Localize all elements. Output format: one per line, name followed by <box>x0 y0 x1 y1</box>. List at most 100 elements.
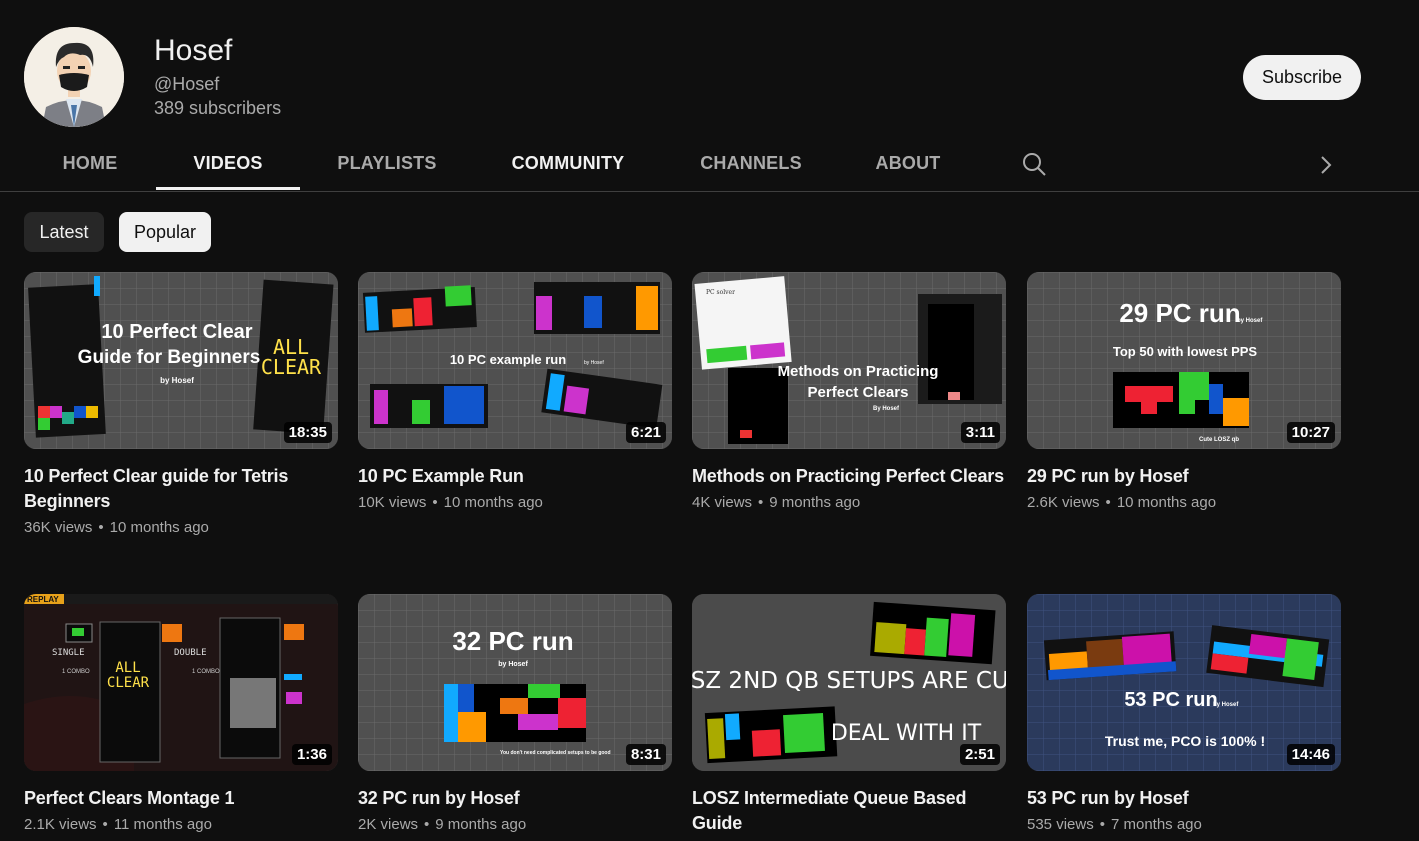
tab-home[interactable]: HOME <box>44 140 136 187</box>
thumb-text: REPLAY <box>27 595 59 604</box>
video-title[interactable]: 53 PC run by Hosef <box>1027 786 1341 811</box>
video-thumbnail[interactable]: 10 PC example run by Hosef 6:21 <box>358 272 672 449</box>
chevron-right-icon[interactable] <box>1312 149 1340 181</box>
upload-age: 9 months ago <box>435 816 527 833</box>
video-duration: 10:27 <box>1286 422 1335 443</box>
video-thumbnail[interactable]: PC solver Methods on Practicing Perfect … <box>692 272 1006 449</box>
channel-avatar[interactable] <box>24 27 124 127</box>
video-title[interactable]: Perfect Clears Montage 1 <box>24 786 338 811</box>
video-duration: 14:46 <box>1286 744 1335 765</box>
video-meta: 10K views • 10 months ago <box>358 494 672 511</box>
thumb-text: by Hosef <box>160 376 194 385</box>
view-count: 36K views <box>24 519 93 536</box>
video-title[interactable]: Methods on Practicing Perfect Clears <box>692 464 1006 489</box>
thumb-text: Trust me, PCO is 100% ! <box>1105 733 1265 749</box>
video-thumbnail[interactable]: REPLAY SINGLE DOUBLE ALL CLEAR 1 COMBO 1… <box>24 594 338 771</box>
view-count: 535 views <box>1027 816 1094 833</box>
thumb-text: DOUBLE <box>174 648 207 658</box>
thumb-text: 32 PC run <box>452 626 573 656</box>
thumb-text: Guide for Beginners <box>78 347 261 368</box>
thumb-text: by Hosef <box>1213 702 1239 708</box>
video-duration: 6:21 <box>625 422 666 443</box>
video-title[interactable]: 29 PC run by Hosef <box>1027 464 1341 489</box>
view-count: 2.6K views <box>1027 494 1100 511</box>
subscribe-button[interactable]: Subscribe <box>1243 55 1361 100</box>
video-card[interactable]: 10 Perfect Clear Guide for Beginners by … <box>24 272 338 536</box>
separator-dot: • <box>98 519 104 536</box>
video-card[interactable]: LOSZ 2ND QB SETUPS ARE CUTE DEAL WITH IT… <box>692 594 1006 841</box>
upload-age: 10 months ago <box>443 494 543 511</box>
view-count: 4K views <box>692 494 753 511</box>
thumb-text: by Hosef <box>498 661 528 668</box>
thumb-text: CLEAR <box>107 675 150 691</box>
subscriber-count: 389 subscribers <box>154 98 282 118</box>
video-card[interactable]: REPLAY SINGLE DOUBLE ALL CLEAR 1 COMBO 1… <box>24 594 338 833</box>
video-card[interactable]: 29 PC run by Hosef Top 50 with lowest PP… <box>1027 272 1341 511</box>
video-duration: 18:35 <box>283 422 332 443</box>
tab-about[interactable]: ABOUT <box>859 140 957 187</box>
view-count: 2.1K views <box>24 816 97 833</box>
search-icon[interactable] <box>1018 149 1050 181</box>
thumb-text: By Hosef <box>873 406 900 412</box>
view-count: 10K views <box>358 494 427 511</box>
upload-age: 10 months ago <box>1116 494 1217 511</box>
video-thumbnail[interactable]: 32 PC run by Hosef You don't need compli… <box>358 594 672 771</box>
video-meta: 535 views • 7 months ago <box>1027 816 1341 833</box>
thumb-text: PC solver <box>706 289 735 296</box>
video-meta: 2.6K views • 10 months ago <box>1027 494 1341 511</box>
upload-age: 7 months ago <box>1110 816 1202 833</box>
thumb-text: 10 Perfect Clear <box>101 321 252 343</box>
video-card[interactable]: PC solver Methods on Practicing Perfect … <box>692 272 1006 511</box>
video-card[interactable]: 32 PC run by Hosef You don't need compli… <box>358 594 672 833</box>
video-meta: 4K views • 9 months ago <box>692 494 1006 511</box>
thumb-text: Methods on Practicing <box>778 363 939 380</box>
video-thumbnail[interactable]: 10 Perfect Clear Guide for Beginners by … <box>24 272 338 449</box>
video-title[interactable]: LOSZ Intermediate Queue Based Guide <box>692 786 1006 836</box>
chip-latest[interactable]: Latest <box>24 212 104 252</box>
video-thumbnail[interactable]: 53 PC run by Hosef Trust me, PCO is 100%… <box>1027 594 1341 771</box>
thumb-text: CLEAR <box>261 355 322 379</box>
thumb-text: 29 PC run <box>1119 298 1240 328</box>
upload-age: 10 months ago <box>109 519 209 536</box>
video-thumbnail[interactable]: 29 PC run by Hosef Top 50 with lowest PP… <box>1027 272 1341 449</box>
thumb-text: SINGLE <box>52 648 85 658</box>
thumb-text: 1 COMBO <box>192 669 220 675</box>
channel-handle: @Hosef <box>154 74 220 94</box>
channel-header: Hosef @Hosef 389 subscribers Subscribe <box>0 0 1419 140</box>
tab-videos[interactable]: VIDEOS <box>156 140 300 190</box>
tab-community[interactable]: COMMUNITY <box>493 140 643 187</box>
avatar-illustration <box>24 27 124 127</box>
thumb-text: 10 PC example run <box>450 352 566 367</box>
thumb-text: LOSZ 2ND QB SETUPS ARE CUTE <box>692 668 1006 694</box>
view-count: 2K views <box>358 816 419 833</box>
thumb-text: Cute LOSZ qb <box>1199 437 1239 443</box>
separator-dot: • <box>1105 494 1111 511</box>
video-duration: 2:51 <box>959 744 1000 765</box>
video-title[interactable]: 10 PC Example Run <box>358 464 672 489</box>
channel-tabs: HOME VIDEOS PLAYLISTS COMMUNITY CHANNELS… <box>0 140 1419 192</box>
thumb-text: by Hosef <box>1237 318 1263 324</box>
thumb-text: DEAL WITH IT <box>831 721 982 746</box>
thumb-text: ALL <box>115 660 140 676</box>
thumb-text: You don't need complicated setups to be … <box>500 750 611 756</box>
separator-dot: • <box>424 816 430 833</box>
upload-age: 11 months ago <box>113 816 212 833</box>
video-meta: 2K views • 9 months ago <box>358 816 672 833</box>
channel-name: Hosef <box>154 34 233 67</box>
separator-dot: • <box>1099 816 1105 833</box>
video-duration: 1:36 <box>291 744 332 765</box>
video-title[interactable]: 32 PC run by Hosef <box>358 786 672 811</box>
video-meta: 2.1K views • 11 months ago <box>24 816 338 833</box>
video-card[interactable]: 53 PC run by Hosef Trust me, PCO is 100%… <box>1027 594 1341 833</box>
separator-dot: • <box>102 816 108 833</box>
separator-dot: • <box>758 494 764 511</box>
tab-playlists[interactable]: PLAYLISTS <box>320 140 454 187</box>
video-title[interactable]: 10 Perfect Clear guide for Tetris Beginn… <box>24 464 338 514</box>
video-card[interactable]: 10 PC example run by Hosef 6:21 10 PC Ex… <box>358 272 672 511</box>
thumb-text: Top 50 with lowest PPS <box>1113 344 1258 359</box>
thumb-text: 1 COMBO <box>62 669 90 675</box>
video-thumbnail[interactable]: LOSZ 2ND QB SETUPS ARE CUTE DEAL WITH IT… <box>692 594 1006 771</box>
tab-channels[interactable]: CHANNELS <box>683 140 819 187</box>
chip-popular[interactable]: Popular <box>119 212 211 252</box>
video-meta: 36K views • 10 months ago <box>24 519 338 536</box>
